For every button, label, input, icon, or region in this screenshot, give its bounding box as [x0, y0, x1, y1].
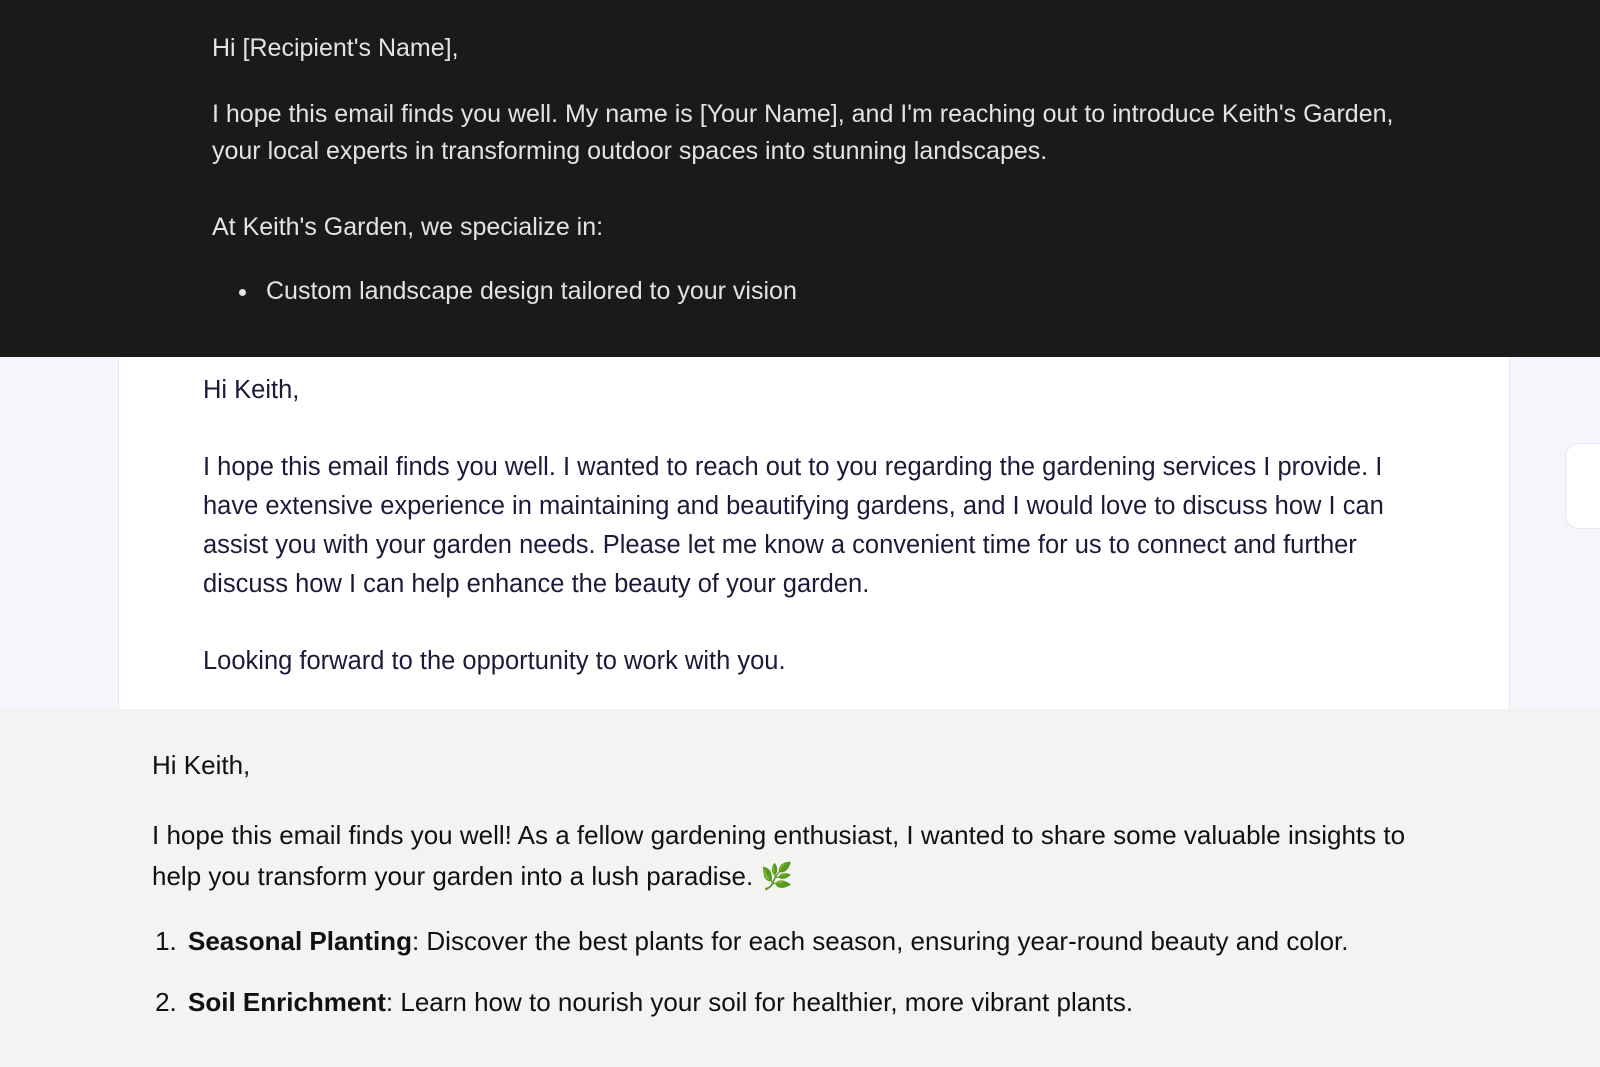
tip-desc: : Discover the best plants for each seas… [412, 926, 1349, 956]
email-1-bullet-list: Custom landscape design tailored to your… [260, 274, 1420, 309]
email-2-greeting: Hi Keith, [203, 371, 1425, 410]
email-1-leadin: At Keith's Garden, we specialize in: [212, 209, 1420, 247]
email-sample-3-grey: Subject: 🌻 Enhance Your Garden with Our … [0, 709, 1600, 1067]
email-3-tips-list: Seasonal Planting: Discover the best pla… [184, 922, 1430, 1022]
tip-title: Seasonal Planting [188, 926, 412, 956]
email-3-body: I hope this email finds you well! As a f… [152, 815, 1430, 896]
email-sample-1-dark: Hi [Recipient's Name], I hope this email… [0, 0, 1600, 357]
email-3-tip-item: Seasonal Planting: Discover the best pla… [184, 922, 1430, 961]
email-3-subject-cutoff: Subject: 🌻 Enhance Your Garden with Our … [152, 709, 1430, 711]
side-panel-tab[interactable] [1565, 443, 1600, 529]
email-sample-2-wrap: Hi Keith, I hope this email finds you we… [0, 357, 1600, 709]
tip-title: Soil Enrichment [188, 987, 386, 1017]
email-3-greeting: Hi Keith, [152, 745, 1430, 785]
email-1-content: Hi [Recipient's Name], I hope this email… [212, 30, 1420, 309]
email-1-intro: I hope this email finds you well. My nam… [212, 96, 1420, 171]
email-3-tip-item: Soil Enrichment: Learn how to nourish yo… [184, 983, 1430, 1022]
tip-desc: : Learn how to nourish your soil for hea… [386, 987, 1133, 1017]
email-3-content: Subject: 🌻 Enhance Your Garden with Our … [152, 709, 1430, 1022]
email-1-greeting: Hi [Recipient's Name], [212, 30, 1420, 68]
email-sample-2-card: Hi Keith, I hope this email finds you we… [118, 357, 1510, 709]
email-2-closing: Looking forward to the opportunity to wo… [203, 642, 1425, 681]
email-1-bullet-item: Custom landscape design tailored to your… [260, 274, 1420, 309]
email-2-body: I hope this email finds you well. I want… [203, 448, 1425, 604]
